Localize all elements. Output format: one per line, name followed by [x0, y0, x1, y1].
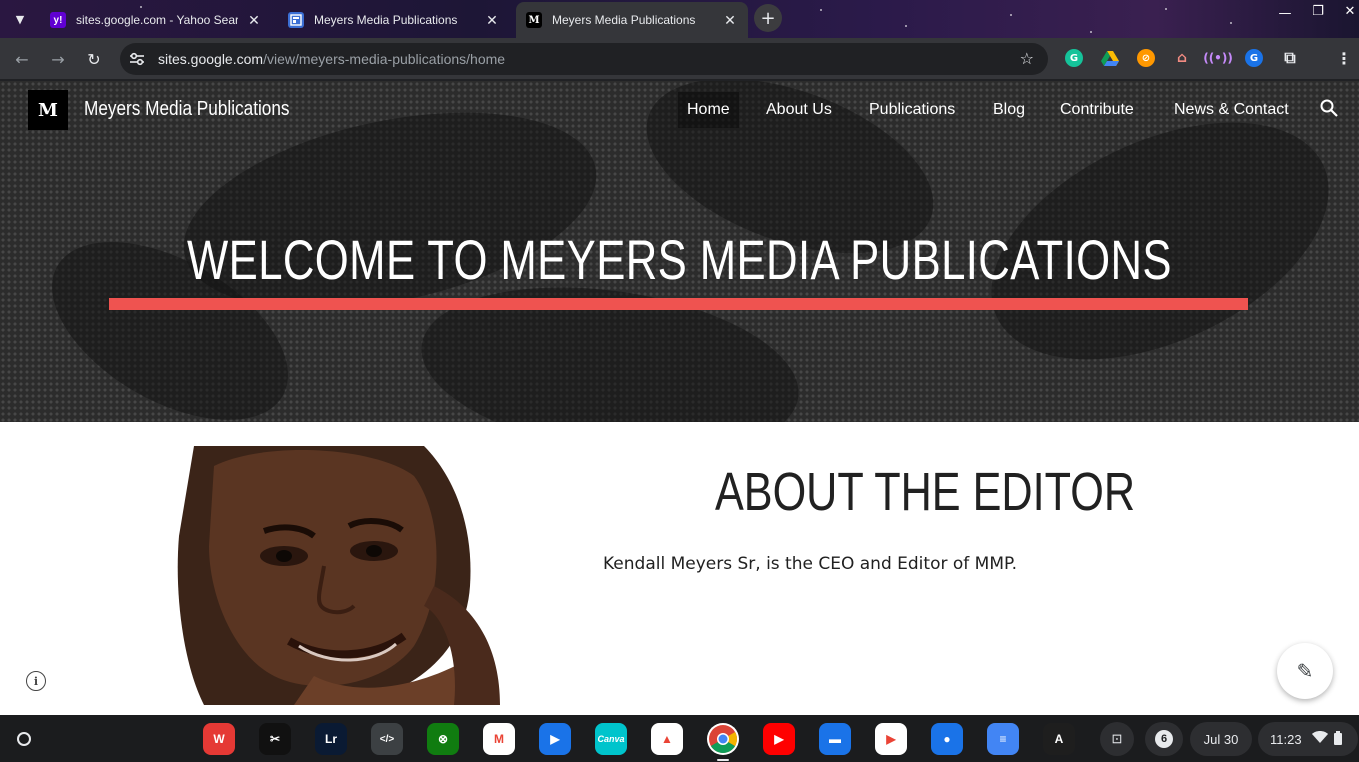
- minimize-icon[interactable]: —: [1273, 6, 1297, 21]
- new-tab-button[interactable]: +: [754, 4, 782, 32]
- hero-accent-bar: [109, 298, 1248, 310]
- url-host: sites.google.com: [158, 51, 264, 67]
- site-logo-icon: M: [526, 12, 542, 28]
- google-docs-icon[interactable]: ≡: [987, 723, 1019, 755]
- canva-icon[interactable]: Canva: [595, 723, 627, 755]
- tab-search-chevron-icon[interactable]: ▼: [6, 5, 34, 33]
- wps-office-icon[interactable]: W: [203, 723, 235, 755]
- restore-icon[interactable]: ❐: [1306, 4, 1330, 19]
- nav-publications[interactable]: Publications: [860, 92, 964, 128]
- app-glyph: W: [213, 732, 225, 746]
- clock: 11:23: [1270, 731, 1302, 747]
- nav-blog[interactable]: Blog: [984, 92, 1034, 128]
- about-title: ABOUT THE EDITOR: [714, 462, 1136, 522]
- app-glyph: ▶: [886, 732, 896, 746]
- app-glyph: ⊗: [437, 732, 449, 746]
- forward-arrow-icon[interactable]: →: [44, 45, 72, 73]
- address-bar[interactable]: sites.google.com/view/meyers-media-publi…: [120, 43, 1048, 75]
- google-extension-icon[interactable]: G: [1245, 49, 1263, 67]
- reload-icon[interactable]: ↻: [80, 45, 108, 73]
- tab-title: Meyers Media Publications: [314, 13, 458, 27]
- app-glyph: ✂: [269, 732, 281, 746]
- app-glyph: ▲: [661, 732, 673, 746]
- url-path: /view/meyers-media-publications/home: [263, 51, 506, 67]
- chrome-icon[interactable]: [707, 723, 739, 761]
- media-player-icon[interactable]: ▶: [539, 723, 571, 755]
- nav-about-us[interactable]: About Us: [757, 92, 841, 128]
- site-search-icon[interactable]: [1320, 99, 1338, 122]
- site-title[interactable]: Meyers Media Publications: [84, 98, 290, 121]
- compass-extension-icon[interactable]: ⊘: [1137, 49, 1155, 67]
- browser-toolbar: ← → ↻ sites.google.com/view/meyers-media…: [0, 38, 1359, 80]
- messages-icon[interactable]: ●: [931, 723, 963, 755]
- app-glyph: Canva: [597, 734, 625, 744]
- system-shelf: W ✂ Lr </> ⊗ M ▶ Canva ▲ ▶ ▬ ▶ ● ≡ A ⊡ 6 Jul 30 11:23: [0, 715, 1359, 762]
- nav-news-contact[interactable]: News & Contact: [1165, 92, 1298, 128]
- battery-icon: [1333, 730, 1342, 748]
- close-window-icon[interactable]: ✕: [1338, 4, 1359, 19]
- tab-title: Meyers Media Publications: [552, 13, 696, 27]
- youtube-icon[interactable]: ▶: [763, 723, 795, 755]
- app-glyph: Lr: [325, 732, 337, 746]
- hero-title: WELCOME TO MEYERS MEDIA PUBLICATIONS: [187, 228, 1172, 291]
- tab-close-icon[interactable]: ✕: [484, 12, 500, 28]
- wifi-icon: [1311, 731, 1328, 747]
- google-drive-icon[interactable]: ▲: [651, 723, 683, 755]
- tab-close-icon[interactable]: ✕: [722, 12, 738, 28]
- notification-count: 6: [1155, 730, 1173, 748]
- google-drive-extension-icon[interactable]: [1101, 49, 1119, 67]
- app-glyph: A: [1054, 732, 1064, 746]
- tab-google-sites-editor[interactable]: Meyers Media Publications ✕: [278, 2, 510, 38]
- xbox-game-pass-icon[interactable]: ⊗: [427, 723, 459, 755]
- app-glyph: ▶: [550, 732, 560, 746]
- tab-meyers-media-active[interactable]: M Meyers Media Publications ✕: [516, 2, 748, 38]
- date-pill[interactable]: Jul 30: [1190, 722, 1252, 756]
- bookmark-star-icon[interactable]: ☆: [1020, 49, 1034, 68]
- code-editor-icon[interactable]: </>: [371, 723, 403, 755]
- nav-contribute[interactable]: Contribute: [1051, 92, 1143, 128]
- launcher-icon[interactable]: [10, 725, 38, 753]
- app-glyph: ●: [943, 732, 951, 746]
- app-glyph: </>: [379, 733, 395, 745]
- capcut-icon[interactable]: ✂: [259, 723, 291, 755]
- google-sites-icon: [288, 12, 304, 28]
- url-text: sites.google.com/view/meyers-media-publi…: [158, 51, 505, 67]
- editor-photo: [174, 446, 500, 705]
- info-icon[interactable]: i: [26, 671, 46, 691]
- tab-yahoo-search[interactable]: y! sites.google.com - Yahoo Search ✕: [40, 2, 272, 38]
- site-logo[interactable]: M: [28, 90, 68, 130]
- tab-close-icon[interactable]: ✕: [246, 12, 262, 28]
- play-store-icon[interactable]: ▶: [875, 723, 907, 755]
- web-page: M Meyers Media Publications Home About U…: [0, 81, 1359, 715]
- app-glyph: ▬: [829, 732, 841, 746]
- yahoo-icon: y!: [50, 12, 66, 28]
- site-info-icon[interactable]: [124, 46, 150, 72]
- app-glyph: ≡: [999, 732, 1007, 746]
- more-menu-icon[interactable]: ⋮: [1335, 49, 1353, 68]
- notification-badge[interactable]: 6: [1145, 722, 1183, 756]
- broadcast-extension-icon[interactable]: ((•)): [1203, 49, 1233, 67]
- extensions-puzzle-icon[interactable]: ⧉: [1281, 48, 1299, 67]
- active-app-indicator: [717, 759, 729, 761]
- nav-home[interactable]: Home: [678, 92, 739, 128]
- app-glyph: ▶: [774, 732, 784, 746]
- grammarly-extension-icon[interactable]: G: [1065, 49, 1083, 67]
- adobe-express-icon[interactable]: A: [1043, 723, 1075, 755]
- back-arrow-icon[interactable]: ←: [8, 45, 36, 73]
- screen-capture-icon[interactable]: ⊡: [1100, 722, 1134, 756]
- status-area[interactable]: 11:23: [1258, 722, 1358, 756]
- hero-banner: M Meyers Media Publications Home About U…: [0, 81, 1359, 422]
- tab-title: sites.google.com - Yahoo Search: [76, 13, 238, 27]
- gmail-icon[interactable]: M: [483, 723, 515, 755]
- app-glyph: M: [494, 732, 504, 746]
- about-text: Kendall Meyers Sr, is the CEO and Editor…: [603, 554, 1017, 574]
- files-icon[interactable]: ▬: [819, 723, 851, 755]
- lightroom-icon[interactable]: Lr: [315, 723, 347, 755]
- store-extension-icon[interactable]: ⌂: [1173, 49, 1191, 67]
- edit-pencil-button[interactable]: ✎: [1277, 643, 1333, 699]
- tab-strip: ▼ y! sites.google.com - Yahoo Search ✕ M…: [0, 0, 1359, 38]
